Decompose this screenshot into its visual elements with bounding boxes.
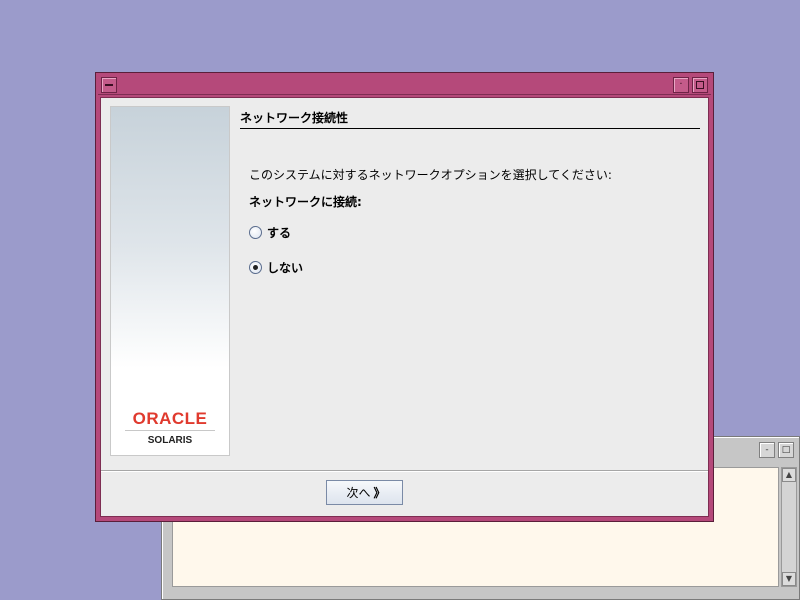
radio-option-no-label[interactable]: しない bbox=[267, 259, 303, 276]
next-button-label[interactable]: 次へ bbox=[346, 484, 370, 501]
logo-divider bbox=[125, 430, 215, 431]
page-title: ネットワーク接続性 bbox=[240, 108, 700, 129]
minimize-button[interactable]: · bbox=[673, 77, 689, 93]
radio-option-yes-label[interactable]: する bbox=[267, 224, 291, 241]
scroll-up-icon[interactable]: ▲ bbox=[782, 468, 796, 482]
connect-to-network-label: ネットワークに接続: bbox=[249, 195, 362, 209]
radio-unchecked-icon[interactable] bbox=[249, 226, 262, 239]
dialog-titlebar[interactable]: · bbox=[98, 75, 711, 95]
radio-option-no[interactable]: しない bbox=[249, 259, 303, 276]
background-scrollbar[interactable]: ▲ ▼ bbox=[781, 467, 797, 587]
window-menu-icon bbox=[105, 84, 113, 86]
window-menu-button[interactable] bbox=[101, 77, 117, 93]
oracle-logo: ORACLE bbox=[132, 409, 208, 428]
dialog-client-area: ORACLE SOLARIS ネットワーク接続性 このシステムに対するネットワー… bbox=[100, 97, 709, 517]
scroll-down-icon[interactable]: ▼ bbox=[782, 572, 796, 586]
network-option-prompt: このシステムに対するネットワークオプションを選択してください: bbox=[249, 168, 612, 182]
maximize-button[interactable] bbox=[692, 77, 708, 93]
double-chevron-right-icon[interactable]: 》 bbox=[374, 484, 386, 501]
background-minimize-button[interactable]: - bbox=[759, 442, 775, 458]
maximize-icon bbox=[696, 81, 704, 89]
network-dialog-window: · ORACLE SOLARIS ネットワーク接続性 このシステムに対するネット… bbox=[95, 72, 714, 522]
footer-separator bbox=[101, 470, 708, 472]
radio-checked-icon[interactable] bbox=[249, 261, 262, 274]
solaris-logo-text: SOLARIS bbox=[147, 435, 193, 446]
background-maximize-button[interactable]: □ bbox=[778, 442, 794, 458]
radio-option-yes[interactable]: する bbox=[249, 224, 291, 241]
next-button[interactable]: 次へ 》 bbox=[326, 480, 403, 505]
branding-sidebar: ORACLE SOLARIS bbox=[110, 106, 230, 456]
